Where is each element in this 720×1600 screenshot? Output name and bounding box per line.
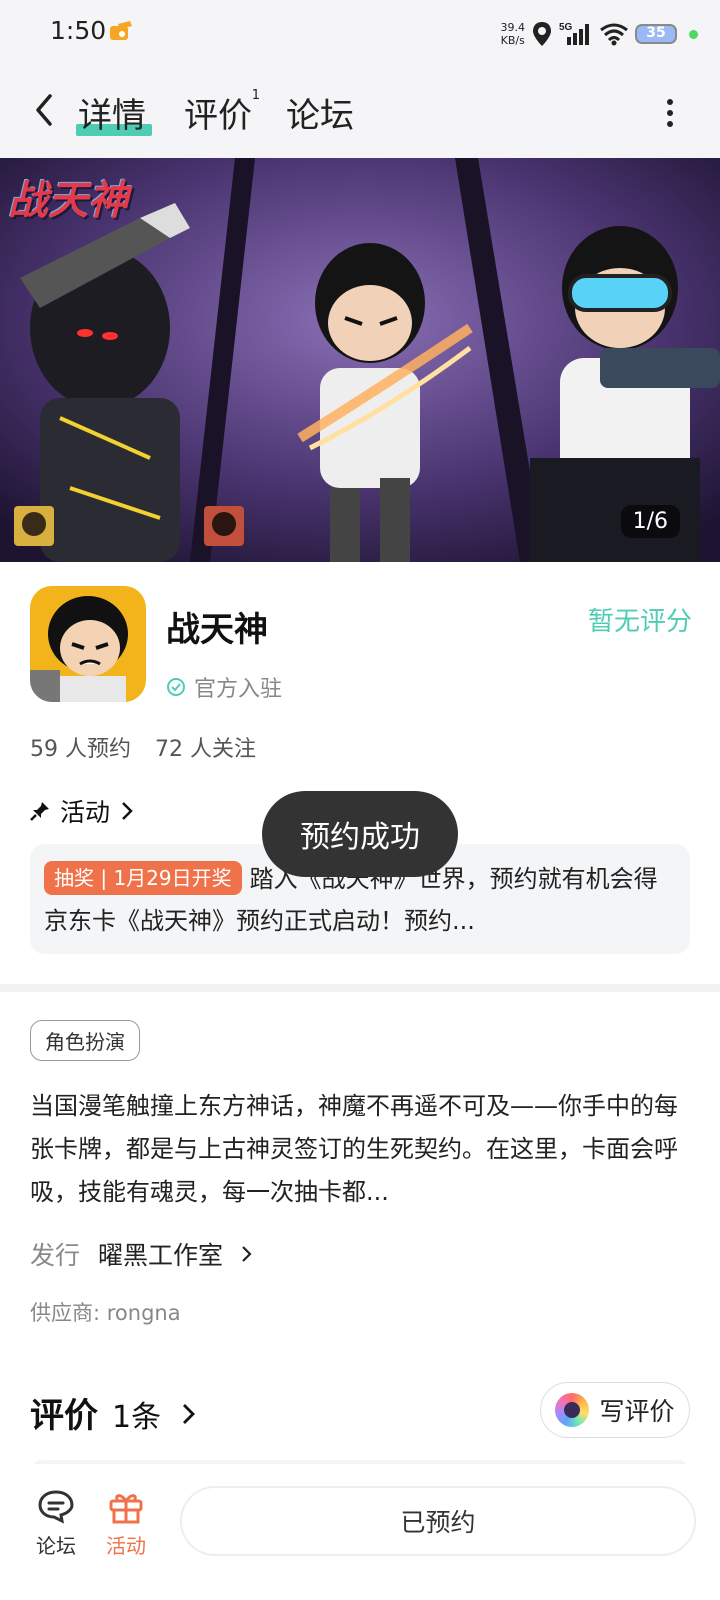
bottom-activity-label: 活动 bbox=[106, 1534, 146, 1558]
official-badge: 官方入驻 bbox=[166, 671, 282, 703]
supplier-info: 供应商: rongna bbox=[30, 1301, 181, 1325]
official-label: 官方入驻 bbox=[194, 677, 283, 702]
section-divider bbox=[0, 984, 720, 992]
status-bar: 1:50 39.4 KB/s 5G 35 bbox=[0, 0, 720, 68]
game-description[interactable]: 当国漫笔触撞上东方神话，神魔不再遥不可及——你手中的每张卡牌，都是与上古神灵签订… bbox=[30, 1085, 690, 1214]
carousel-counter: 1/6 bbox=[620, 505, 680, 538]
bottom-forum-label: 论坛 bbox=[36, 1534, 76, 1558]
activity-header[interactable]: 活动 bbox=[30, 793, 134, 829]
reviews-count: 1条 bbox=[112, 1400, 162, 1435]
status-icons: 39.4 KB/s 5G 35 bbox=[500, 14, 698, 54]
more-options-icon[interactable] bbox=[666, 98, 674, 128]
toast-message: 预约成功 bbox=[262, 791, 458, 877]
chevron-right-icon bbox=[242, 1246, 252, 1262]
status-time: 1:50 bbox=[50, 16, 107, 45]
back-arrow-icon[interactable] bbox=[30, 90, 60, 130]
chevron-right-icon bbox=[122, 802, 133, 820]
publisher-label: 发行 bbox=[30, 1241, 81, 1270]
rainbow-avatar-icon bbox=[555, 1393, 590, 1427]
reservation-count: 59 人预约 bbox=[30, 737, 131, 762]
network-type: 5G bbox=[559, 22, 573, 33]
publisher-name: 曜黑工作室 bbox=[98, 1241, 224, 1270]
signal-icon: 5G bbox=[559, 22, 589, 45]
active-dot bbox=[689, 29, 698, 39]
write-review-button[interactable]: 写评价 bbox=[540, 1382, 690, 1438]
wifi-icon bbox=[600, 23, 628, 46]
verified-check-icon bbox=[167, 678, 185, 696]
reserved-button[interactable]: 已预约 bbox=[180, 1486, 696, 1556]
bottom-action-bar: 论坛 活动 已预约 bbox=[0, 1464, 720, 1600]
chevron-right-icon bbox=[183, 1404, 196, 1424]
reviews-title: 评价 bbox=[30, 1396, 98, 1436]
genre-tag[interactable]: 角色扮演 bbox=[30, 1020, 140, 1061]
app-name: 战天神 bbox=[166, 610, 268, 650]
bottom-activity-button[interactable]: 活动 bbox=[96, 1488, 156, 1559]
tab-forum[interactable]: 论坛 bbox=[286, 88, 354, 137]
follower-count: 72 人关注 bbox=[155, 737, 256, 762]
tab-reviews-label: 评价 bbox=[184, 96, 252, 136]
lottery-tag: 抽奖 | 1月29日开奖 bbox=[44, 861, 242, 895]
gift-icon bbox=[109, 1494, 143, 1524]
app-stats: 59 人预约 72 人关注 bbox=[30, 731, 256, 763]
nav-header: 详情 评价 1 论坛 bbox=[0, 68, 720, 158]
battery-level: 35 bbox=[646, 25, 666, 41]
game-logo: 战天神 bbox=[8, 178, 128, 224]
forum-chat-icon bbox=[38, 1490, 74, 1524]
activity-heading: 活动 bbox=[60, 798, 111, 827]
notification-icon bbox=[110, 21, 132, 40]
write-review-label: 写评价 bbox=[599, 1397, 675, 1426]
rating-status: 暂无评分 bbox=[587, 607, 692, 637]
reviews-header[interactable]: 评价 1条 bbox=[30, 1388, 197, 1437]
tab-details[interactable]: 详情 bbox=[78, 88, 146, 137]
bottom-forum-button[interactable]: 论坛 bbox=[26, 1488, 86, 1559]
pin-icon bbox=[30, 802, 49, 821]
publisher-row[interactable]: 发行 曜黑工作室 bbox=[30, 1236, 253, 1272]
screenshot-carousel[interactable]: 战天神 1/6 bbox=[0, 158, 720, 562]
location-icon bbox=[533, 22, 551, 46]
tab-reviews-badge: 1 bbox=[251, 88, 260, 103]
battery-icon: 35 bbox=[635, 24, 677, 44]
net-speed: 39.4 KB/s bbox=[500, 21, 526, 47]
app-icon bbox=[30, 586, 146, 702]
tab-reviews[interactable]: 评价 1 bbox=[184, 88, 260, 137]
